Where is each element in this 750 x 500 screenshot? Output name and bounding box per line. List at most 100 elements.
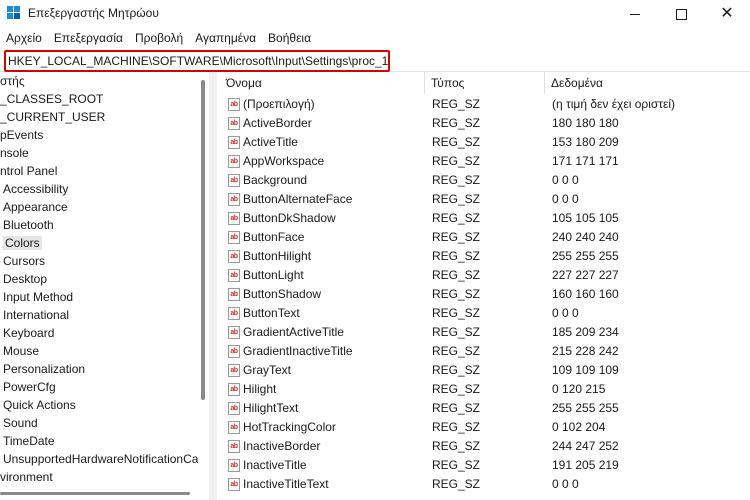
tree-item-label: Sound	[3, 416, 38, 430]
table-row[interactable]: ab HilightText REG_SZ 255 255 255	[220, 399, 750, 418]
table-row[interactable]: ab Hilight REG_SZ 0 120 215	[220, 380, 750, 399]
reg-sz-icon: ab	[228, 269, 240, 282]
tree-item[interactable]: vironment	[0, 468, 53, 486]
menu-view[interactable]: Προβολή	[129, 28, 189, 48]
tree-item[interactable]: Accessibility	[3, 180, 68, 198]
tree-item-label: Mouse	[3, 344, 40, 358]
tree-item-label: Colors	[3, 236, 42, 250]
tree-item[interactable]: στής	[0, 72, 25, 90]
table-row[interactable]: ab ButtonDkShadow REG_SZ 105 105 105	[220, 209, 750, 228]
table-row[interactable]: ab ActiveBorder REG_SZ 180 180 180	[220, 114, 750, 133]
minimize-icon	[630, 13, 640, 15]
column-header-type[interactable]: Τύπος	[425, 72, 545, 94]
table-row[interactable]: ab (Προεπιλογή) REG_SZ (η τιμή δεν έχει ορι…	[220, 95, 750, 114]
cell-type: REG_SZ	[432, 477, 481, 491]
menu-file[interactable]: Αρχείο	[0, 28, 48, 48]
cell-data: 0 0 0	[552, 173, 579, 187]
pane-splitter[interactable]	[209, 72, 217, 500]
tree-item[interactable]: _CLASSES_ROOT	[0, 90, 103, 108]
cell-data: 0 0 0	[552, 192, 579, 206]
minimize-button[interactable]	[612, 0, 658, 28]
cell-name: InactiveTitleText	[243, 477, 329, 491]
cell-data: 109 109 109	[552, 363, 619, 377]
cell-type: REG_SZ	[432, 325, 481, 339]
table-row[interactable]: ab ButtonText REG_SZ 0 0 0	[220, 304, 750, 323]
tree-item[interactable]: Quick Actions	[3, 396, 76, 414]
cell-type: REG_SZ	[432, 249, 481, 263]
menu-edit[interactable]: Επεξεργασία	[48, 28, 129, 48]
table-row[interactable]: ab InactiveTitleText REG_SZ 0 0 0	[220, 475, 750, 494]
table-row[interactable]: ab Background REG_SZ 0 0 0	[220, 171, 750, 190]
cell-type: REG_SZ	[432, 363, 481, 377]
cell-type: REG_SZ	[432, 439, 481, 453]
cell-type: REG_SZ	[432, 154, 481, 168]
reg-sz-icon: ab	[228, 231, 240, 244]
tree-item[interactable]: _CURRENT_USER	[0, 108, 105, 126]
registry-editor-icon	[7, 6, 21, 20]
tree-item-label: Personalization	[3, 362, 86, 376]
tree-item-label: Desktop	[3, 272, 48, 286]
table-row[interactable]: ab GradientActiveTitle REG_SZ 185 209 234	[220, 323, 750, 342]
table-row[interactable]: ab GradientInactiveTitle REG_SZ 215 228 242	[220, 342, 750, 361]
tree-item-label: ntrol Panel	[0, 164, 58, 178]
column-header-name[interactable]: Όνομα	[220, 72, 425, 94]
tree-item-label: pEvents	[0, 128, 44, 142]
cell-data: 153 180 209	[552, 135, 619, 149]
tree-item[interactable]: Desktop	[3, 270, 47, 288]
address-input[interactable]: HKEY_LOCAL_MACHINE\SOFTWARE\Microsoft\In…	[4, 50, 390, 72]
reg-sz-icon: ab	[228, 402, 240, 415]
tree-item[interactable]: Colors	[3, 234, 42, 252]
table-row[interactable]: ab ButtonHilight REG_SZ 255 255 255	[220, 247, 750, 266]
tree-item[interactable]: TimeDate	[3, 432, 55, 450]
maximize-button[interactable]	[658, 0, 704, 28]
tree-item[interactable]: nsole	[0, 144, 29, 162]
reg-sz-icon: ab	[228, 459, 240, 472]
cell-name: HilightText	[243, 401, 299, 415]
cell-name: ButtonText	[243, 306, 300, 320]
tree-item[interactable]: Input Method	[3, 288, 73, 306]
tree-horizontal-scrollbar[interactable]	[0, 492, 190, 495]
tree-item[interactable]: Mouse	[3, 342, 39, 360]
reg-sz-icon: ab	[228, 383, 240, 396]
tree-item[interactable]: Sound	[3, 414, 38, 432]
tree-item[interactable]: UnsupportedHardwareNotificationCa	[3, 450, 198, 468]
menu-help[interactable]: Βοήθεια	[262, 28, 317, 48]
tree-item[interactable]: Appearance	[3, 198, 68, 216]
table-row[interactable]: ab ButtonLight REG_SZ 227 227 227	[220, 266, 750, 285]
cell-name: AppWorkspace	[243, 154, 325, 168]
table-row[interactable]: ab HotTrackingColor REG_SZ 0 102 204	[220, 418, 750, 437]
tree-item[interactable]: PowerCfg	[3, 378, 56, 396]
reg-sz-icon: ab	[228, 478, 240, 491]
tree-item-label: UnsupportedHardwareNotificationCa	[3, 452, 198, 466]
table-row[interactable]: ab ButtonShadow REG_SZ 160 160 160	[220, 285, 750, 304]
address-bar: HKEY_LOCAL_MACHINE\SOFTWARE\Microsoft\In…	[0, 49, 750, 72]
tree-item[interactable]: ntrol Panel	[0, 162, 57, 180]
tree-item[interactable]: Bluetooth	[3, 216, 54, 234]
cell-type: REG_SZ	[432, 268, 481, 282]
tree-item[interactable]: Keyboard	[3, 324, 54, 342]
cell-data: 171 171 171	[552, 154, 619, 168]
tree-item[interactable]: pEvents	[0, 126, 43, 144]
table-row[interactable]: ab ActiveTitle REG_SZ 153 180 209	[220, 133, 750, 152]
cell-name: GradientInactiveTitle	[243, 344, 353, 358]
cell-data: 191 205 219	[552, 458, 619, 472]
cell-name: ActiveBorder	[243, 116, 312, 130]
cell-type: REG_SZ	[432, 97, 481, 111]
tree-vertical-scrollbar[interactable]	[201, 80, 205, 400]
table-row[interactable]: ab GrayText REG_SZ 109 109 109	[220, 361, 750, 380]
cell-type: REG_SZ	[432, 192, 481, 206]
table-row[interactable]: ab AppWorkspace REG_SZ 171 171 171	[220, 152, 750, 171]
table-row[interactable]: ab InactiveTitle REG_SZ 191 205 219	[220, 456, 750, 475]
cell-data: 0 0 0	[552, 477, 579, 491]
table-row[interactable]: ab ButtonAlternateFace REG_SZ 0 0 0	[220, 190, 750, 209]
tree-item[interactable]: International	[3, 306, 69, 324]
cell-data: 0 120 215	[552, 382, 606, 396]
column-header-data[interactable]: Δεδομένα	[545, 72, 750, 94]
table-row[interactable]: ab InactiveBorder REG_SZ 244 247 252	[220, 437, 750, 456]
tree-item-label: Accessibility	[3, 182, 69, 196]
table-row[interactable]: ab ButtonFace REG_SZ 240 240 240	[220, 228, 750, 247]
tree-item[interactable]: Cursors	[3, 252, 45, 270]
menu-favorites[interactable]: Αγαπημένα	[189, 28, 262, 48]
close-button[interactable]: ✕	[704, 0, 750, 28]
tree-item[interactable]: Personalization	[3, 360, 85, 378]
